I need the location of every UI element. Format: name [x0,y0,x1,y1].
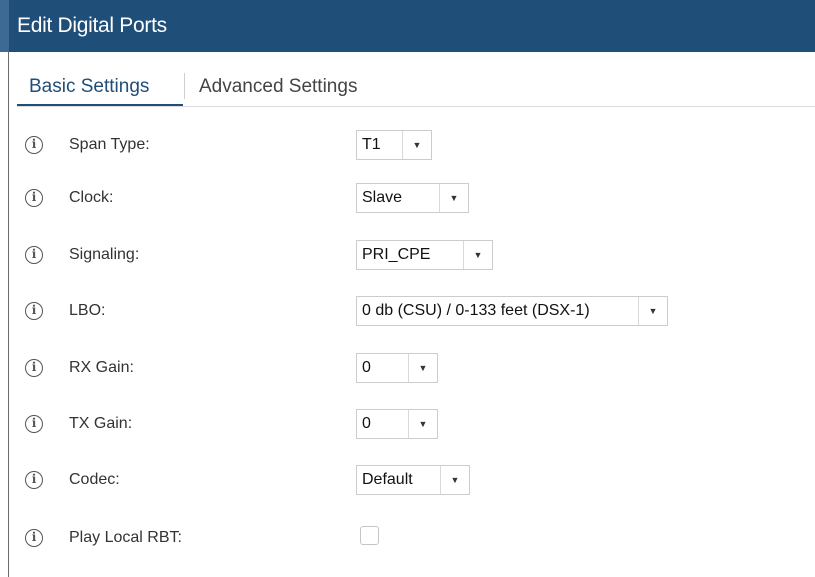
clock-value: Slave [362,189,403,206]
tab-advanced-settings[interactable]: Advanced Settings [187,63,397,107]
tx-gain-row: i TX Gain: 0 ▼ [0,409,815,449]
codec-label: Codec: [69,471,120,488]
info-icon[interactable]: i [25,246,43,264]
tab-divider [184,73,185,99]
info-icon[interactable]: i [25,189,43,207]
chevron-down-icon: ▼ [408,410,437,438]
chevron-down-icon: ▼ [439,184,468,212]
codec-value: Default [362,471,413,488]
play-local-rbt-label: Play Local RBT: [69,529,182,546]
tx-gain-label: TX Gain: [69,415,133,432]
rx-gain-label: RX Gain: [69,359,134,376]
chevron-down-icon: ▼ [638,297,667,325]
signaling-value: PRI_CPE [362,246,431,263]
info-icon[interactable]: i [25,471,43,489]
lbo-row: i LBO: 0 db (CSU) / 0-133 feet (DSX-1) ▼ [0,296,815,336]
clock-label: Clock: [69,189,114,206]
signaling-label: Signaling: [69,246,140,263]
span-type-value: T1 [362,136,381,153]
lbo-label: LBO: [69,302,106,319]
tx-gain-value: 0 [362,415,371,432]
tx-gain-select[interactable]: 0 ▼ [356,409,438,439]
span-type-select[interactable]: T1 ▼ [356,130,432,160]
tab-bar: Basic Settings Advanced Settings [17,63,815,107]
chevron-down-icon: ▼ [440,466,469,494]
signaling-select[interactable]: PRI_CPE ▼ [356,240,493,270]
lbo-value: 0 db (CSU) / 0-133 feet (DSX-1) [362,302,590,319]
tab-basic-settings[interactable]: Basic Settings [17,63,183,107]
dialog-title: Edit Digital Ports [17,14,167,37]
info-icon[interactable]: i [25,359,43,377]
chevron-down-icon: ▼ [408,354,437,382]
info-icon[interactable]: i [25,529,43,547]
clock-row: i Clock: Slave ▼ [0,183,815,223]
span-type-row: i Span Type: T1 ▼ [0,130,815,170]
tab-bar-divider [17,106,815,107]
chevron-down-icon: ▼ [402,131,431,159]
codec-row: i Codec: Default ▼ [0,465,815,505]
info-icon[interactable]: i [25,415,43,433]
info-icon[interactable]: i [25,136,43,154]
lbo-select[interactable]: 0 db (CSU) / 0-133 feet (DSX-1) ▼ [356,296,668,326]
play-local-rbt-row: i Play Local RBT: [0,523,815,563]
rx-gain-row: i RX Gain: 0 ▼ [0,353,815,393]
signaling-row: i Signaling: PRI_CPE ▼ [0,240,815,280]
span-type-label: Span Type: [69,136,150,153]
rx-gain-select[interactable]: 0 ▼ [356,353,438,383]
edit-digital-ports-dialog: Edit Digital Ports Basic Settings Advanc… [0,0,815,577]
info-icon[interactable]: i [25,302,43,320]
chevron-down-icon: ▼ [463,241,492,269]
play-local-rbt-checkbox[interactable] [360,526,379,545]
title-bar: Edit Digital Ports [0,0,815,52]
clock-select[interactable]: Slave ▼ [356,183,469,213]
codec-select[interactable]: Default ▼ [356,465,470,495]
rx-gain-value: 0 [362,359,371,376]
